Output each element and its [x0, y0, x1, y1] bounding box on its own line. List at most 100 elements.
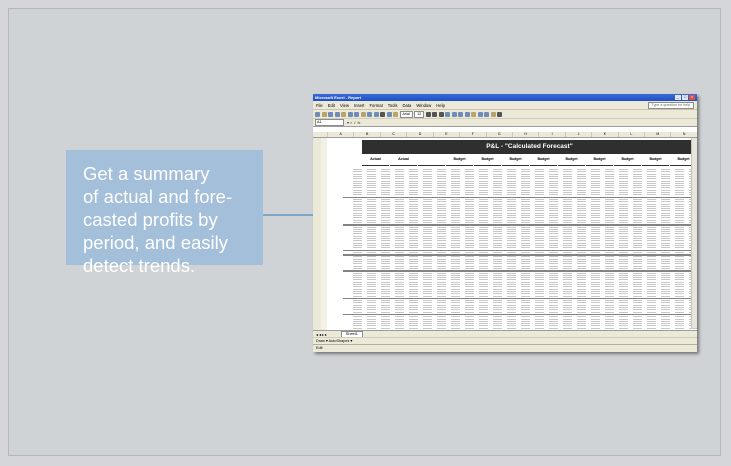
table-row — [353, 256, 697, 258]
column-header[interactable]: L — [617, 132, 644, 137]
table-row — [353, 182, 697, 184]
period-header: Budget — [614, 157, 641, 166]
menu-data[interactable]: Data — [403, 103, 412, 108]
table-row — [353, 217, 697, 219]
underline-icon[interactable] — [438, 111, 444, 117]
menu-format[interactable]: Format — [369, 103, 382, 108]
menu-insert[interactable]: Insert — [354, 103, 364, 108]
chart-icon[interactable] — [393, 111, 398, 117]
maximize-button[interactable]: □ — [682, 95, 688, 100]
column-header[interactable]: A — [327, 132, 353, 137]
menu-help[interactable]: Help — [436, 103, 445, 108]
table-row — [353, 286, 697, 288]
column-header[interactable]: B — [353, 132, 379, 137]
minimize-button[interactable]: _ — [675, 95, 681, 100]
currency-icon[interactable] — [471, 111, 477, 117]
formula-bar: A1 ▾ × ✓ fx — [313, 119, 697, 127]
align-right-icon[interactable] — [458, 111, 464, 117]
column-header[interactable]: M — [644, 132, 670, 137]
table-row — [353, 242, 697, 244]
column-header[interactable]: N — [670, 132, 696, 137]
column-header[interactable]: E — [432, 132, 459, 137]
menu-file[interactable]: File — [316, 103, 323, 108]
align-left-icon[interactable] — [445, 111, 451, 117]
table-row — [353, 198, 697, 200]
period-header: Budget — [642, 157, 669, 166]
column-header[interactable]: J — [564, 132, 591, 137]
cut-icon[interactable] — [347, 111, 353, 117]
period-header: Budget — [446, 157, 473, 166]
open-icon[interactable] — [321, 111, 327, 117]
font-name-select[interactable]: Arial — [399, 110, 413, 118]
menu-edit[interactable]: Edit — [328, 103, 335, 108]
table-row — [353, 192, 697, 193]
summary-callout: Get a summary of actual and fore- casted… — [66, 150, 263, 276]
font-color-icon[interactable] — [497, 111, 503, 117]
outline-gutter — [321, 138, 327, 337]
table-row — [353, 231, 697, 233]
table-row — [353, 221, 697, 223]
new-icon[interactable] — [315, 111, 320, 117]
table-row — [353, 272, 697, 274]
menu-tools[interactable]: Tools — [388, 103, 398, 108]
vertical-scrollbar[interactable] — [691, 138, 697, 328]
excel-screenshot: Microsoft Excel - Report _ □ × File Edit… — [313, 94, 697, 352]
table-row — [353, 267, 697, 269]
table-row — [353, 205, 697, 207]
table-row — [353, 290, 697, 292]
percent-icon[interactable] — [477, 111, 483, 117]
menu-window[interactable]: Window — [416, 103, 431, 108]
print-icon[interactable] — [334, 111, 340, 117]
redo-icon[interactable] — [373, 111, 379, 117]
table-row — [353, 304, 697, 306]
table-row — [353, 203, 697, 205]
undo-icon[interactable] — [367, 111, 372, 117]
font-size-select[interactable]: 12 — [414, 110, 425, 118]
table-row — [353, 302, 697, 304]
italic-icon[interactable] — [432, 111, 438, 117]
sheet-rows: P&L - "Calculated Forecast" Actual Actua… — [313, 138, 697, 337]
column-header[interactable]: D — [406, 132, 432, 137]
period-header: Budget — [586, 157, 613, 166]
save-icon[interactable] — [328, 111, 333, 117]
table-row — [353, 189, 697, 191]
close-button[interactable]: × — [689, 95, 695, 100]
paste-icon[interactable] — [360, 111, 366, 117]
period-header — [418, 157, 445, 166]
help-search-input[interactable]: Type a question for help — [647, 101, 694, 109]
table-row — [353, 263, 697, 265]
table-row — [353, 300, 697, 302]
worksheet-grid[interactable]: A B C D E F G H I J K L M N P&L - "Calcu… — [313, 132, 697, 337]
table-row — [353, 311, 697, 313]
column-header[interactable]: K — [591, 132, 617, 137]
period-header: Budget — [558, 157, 585, 166]
standard-toolbar: Arial 12 — [313, 110, 697, 119]
bold-icon[interactable] — [425, 111, 431, 117]
table-row — [353, 212, 697, 214]
table-row — [353, 235, 697, 237]
table-row — [353, 284, 697, 285]
table-row — [353, 265, 697, 267]
table-row — [353, 226, 697, 228]
sort-icon[interactable] — [386, 111, 392, 117]
column-header[interactable]: H — [511, 132, 538, 137]
fill-color-icon[interactable] — [490, 111, 496, 117]
table-row — [353, 327, 697, 329]
column-header[interactable]: F — [459, 132, 485, 137]
name-box[interactable]: A1 — [315, 119, 344, 126]
menu-view[interactable]: View — [340, 103, 349, 108]
column-header[interactable]: C — [379, 132, 406, 137]
status-bar: Edit — [313, 344, 697, 352]
preview-icon[interactable] — [341, 111, 346, 117]
column-header[interactable]: I — [538, 132, 564, 137]
copy-icon[interactable] — [354, 111, 359, 117]
window-title: Microsoft Excel - Report — [315, 95, 362, 100]
merge-icon[interactable] — [464, 111, 470, 117]
borders-icon[interactable] — [484, 111, 490, 117]
column-header[interactable]: G — [485, 132, 512, 137]
autosum-icon[interactable] — [380, 111, 385, 117]
callout-line: of actual and fore- — [83, 186, 233, 207]
align-center-icon[interactable] — [451, 111, 457, 117]
callout-line: Get a summary — [83, 163, 210, 184]
fx-icon: ▾ × ✓ fx — [347, 121, 361, 125]
